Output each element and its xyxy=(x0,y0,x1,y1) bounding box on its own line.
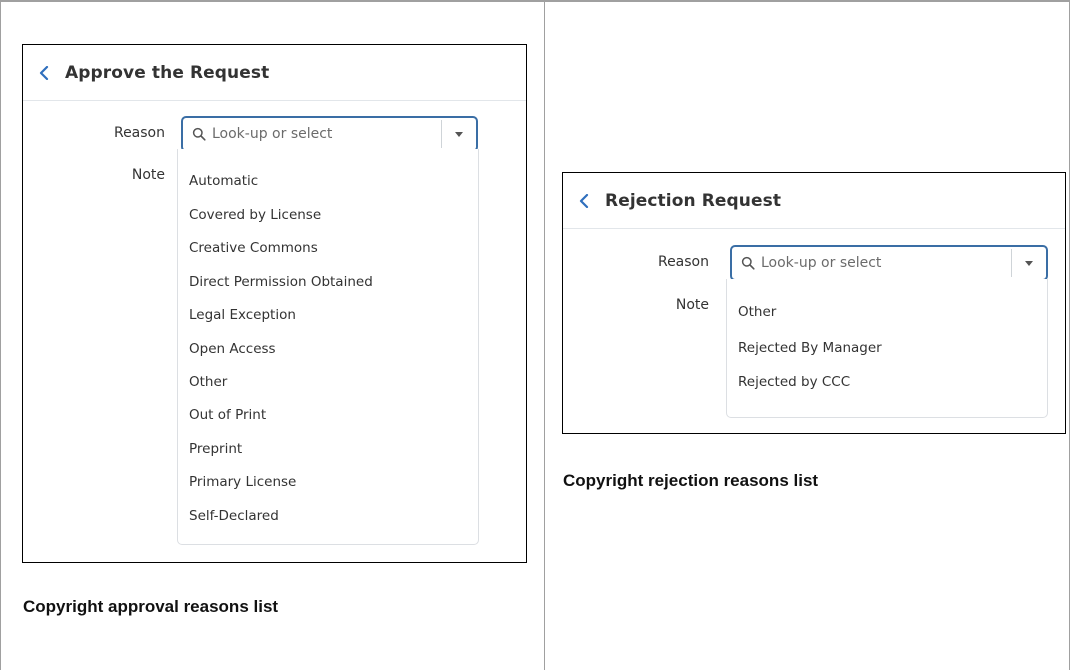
reject-reason-select[interactable] xyxy=(730,245,1048,281)
option-covered-by-license[interactable]: Covered by License xyxy=(189,207,321,223)
note-label: Note xyxy=(131,167,165,183)
approve-reason-search-input[interactable] xyxy=(212,126,441,142)
option-creative-commons[interactable]: Creative Commons xyxy=(189,240,318,256)
approve-request-dialog: Approve the Request Reason Note Automati… xyxy=(22,44,527,563)
option-rejected-by-ccc[interactable]: Rejected by CCC xyxy=(738,374,850,390)
reason-label: Reason xyxy=(657,254,709,270)
option-automatic[interactable]: Automatic xyxy=(189,173,258,189)
option-other[interactable]: Other xyxy=(738,304,776,320)
rejection-caption: Copyright rejection reasons list xyxy=(563,471,819,490)
approve-dialog-title: Approve the Request xyxy=(65,62,270,83)
option-legal-exception[interactable]: Legal Exception xyxy=(189,307,296,323)
option-open-access[interactable]: Open Access xyxy=(189,341,276,357)
caret-down-icon[interactable] xyxy=(442,131,476,137)
caret-down-icon[interactable] xyxy=(1012,260,1046,266)
search-icon xyxy=(741,256,755,270)
rejection-dialog-header: Rejection Request xyxy=(563,173,1065,229)
approve-reason-select[interactable] xyxy=(181,116,478,152)
note-label: Note xyxy=(675,297,709,313)
option-out-of-print[interactable]: Out of Print xyxy=(189,407,266,423)
rejection-dialog-title: Rejection Request xyxy=(605,190,782,211)
rejection-request-dialog: Rejection Request Reason Note Other Reje… xyxy=(562,172,1066,434)
option-self-declared[interactable]: Self-Declared xyxy=(189,508,279,524)
option-primary-license[interactable]: Primary License xyxy=(189,474,296,490)
reject-reason-options: Other Rejected By Manager Rejected by CC… xyxy=(726,279,1048,418)
option-rejected-by-manager[interactable]: Rejected By Manager xyxy=(738,340,882,356)
reject-reason-search-input[interactable] xyxy=(761,255,1011,271)
chevron-left-icon[interactable] xyxy=(577,193,591,208)
approve-dialog-header: Approve the Request xyxy=(23,45,526,101)
approve-reason-options: Automatic Covered by License Creative Co… xyxy=(177,149,479,545)
chevron-left-icon[interactable] xyxy=(37,65,51,80)
option-other[interactable]: Other xyxy=(189,374,227,390)
option-preprint[interactable]: Preprint xyxy=(189,441,242,457)
option-direct-permission-obtained[interactable]: Direct Permission Obtained xyxy=(189,274,373,290)
search-icon xyxy=(192,127,206,141)
reason-label: Reason xyxy=(113,125,165,141)
approve-caption: Copyright approval reasons list xyxy=(23,597,279,616)
